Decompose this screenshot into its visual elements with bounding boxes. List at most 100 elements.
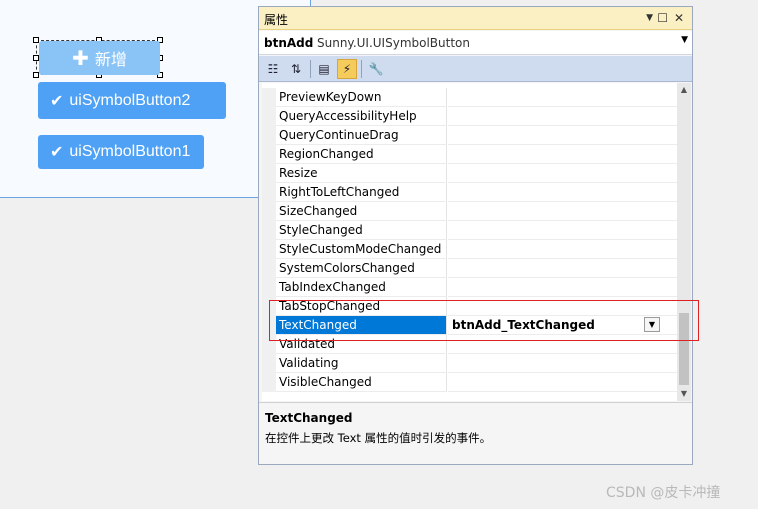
event-name[interactable]: TabStopChanged <box>276 297 447 316</box>
row-margin <box>262 126 276 145</box>
events-icon[interactable]: ⚡ <box>337 59 357 79</box>
grid-scrollbar[interactable]: ▲ ▼ <box>677 83 691 401</box>
row-margin <box>262 88 276 107</box>
event-row[interactable]: TextChanged btnAdd_TextChanged ▼ <box>262 316 677 335</box>
row-margin <box>262 240 276 259</box>
event-handler-value[interactable] <box>448 259 677 278</box>
symbol-button-1[interactable]: ✔ uiSymbolButton1 <box>38 135 204 169</box>
properties-toolbar: ☷ ⇅ ▤ ⚡ 🔧 <box>259 56 692 82</box>
toolbar-separator <box>310 60 311 78</box>
maximize-icon[interactable]: ☐ <box>657 11 668 25</box>
event-name[interactable]: RegionChanged <box>276 145 447 164</box>
description-title: TextChanged <box>265 411 353 425</box>
alphabetical-icon[interactable]: ⇅ <box>286 59 306 79</box>
toolbar-separator <box>361 60 362 78</box>
chevron-down-icon[interactable]: ▼ <box>681 35 688 45</box>
properties-titlebar[interactable]: 属性 ▼ ☐ ✕ <box>259 7 692 30</box>
categorized-icon[interactable]: ☷ <box>263 59 283 79</box>
event-name[interactable]: QueryAccessibilityHelp <box>276 107 447 126</box>
event-handler-value[interactable] <box>448 221 677 240</box>
object-selector[interactable]: btnAdd Sunny.UI.UISymbolButton ▼ <box>259 31 692 55</box>
property-pages-icon[interactable]: 🔧 <box>366 59 386 79</box>
event-handler-value[interactable] <box>448 202 677 221</box>
event-name[interactable]: SystemColorsChanged <box>276 259 447 278</box>
event-handler-value[interactable] <box>448 126 677 145</box>
row-margin <box>262 221 276 240</box>
row-margin <box>262 183 276 202</box>
check-icon: ✔ <box>50 144 64 161</box>
event-row[interactable]: Validating <box>262 354 677 373</box>
add-button-label: 新增 <box>94 52 127 69</box>
row-margin <box>262 164 276 183</box>
event-name[interactable]: StyleCustomModeChanged <box>276 240 447 259</box>
event-handler-value[interactable]: btnAdd_TextChanged ▼ <box>448 316 677 335</box>
event-name[interactable]: PreviewKeyDown <box>276 88 447 107</box>
scroll-down-icon[interactable]: ▼ <box>677 387 691 401</box>
event-handler-text: btnAdd_TextChanged <box>452 318 595 332</box>
event-name[interactable]: Validating <box>276 354 447 373</box>
event-handler-value[interactable] <box>448 164 677 183</box>
scroll-thumb[interactable] <box>679 313 689 385</box>
event-row[interactable]: QueryContinueDrag <box>262 126 677 145</box>
event-name[interactable]: QueryContinueDrag <box>276 126 447 145</box>
event-handler-value[interactable] <box>448 240 677 259</box>
event-handler-value[interactable] <box>448 297 677 316</box>
event-grid: PreviewKeyDown QueryAccessibilityHelp Quer… <box>262 83 677 401</box>
row-margin <box>262 107 276 126</box>
scroll-up-icon[interactable]: ▲ <box>677 83 691 97</box>
row-margin <box>262 335 276 354</box>
properties-icon[interactable]: ▤ <box>314 59 334 79</box>
watermark: CSDN @皮卡冲撞 <box>606 485 721 501</box>
symbol-button-2-label: uiSymbolButton2 <box>69 91 191 109</box>
row-margin <box>262 145 276 164</box>
row-margin <box>262 202 276 221</box>
event-name[interactable]: SizeChanged <box>276 202 447 221</box>
event-name[interactable]: VisibleChanged <box>276 373 447 392</box>
properties-window: 属性 ▼ ☐ ✕ btnAdd Sunny.UI.UISymbolButton … <box>258 6 693 465</box>
event-handler-value[interactable] <box>448 373 677 392</box>
symbol-button-1-label: uiSymbolButton1 <box>69 143 191 160</box>
event-name[interactable]: Validated <box>276 335 447 354</box>
object-name: btnAdd <box>264 36 314 50</box>
event-handler-value[interactable] <box>448 278 677 297</box>
add-button[interactable]: ✚ 新增 <box>39 41 160 75</box>
event-row[interactable]: TabStopChanged <box>262 297 677 316</box>
handler-dropdown-icon[interactable]: ▼ <box>644 317 660 332</box>
resize-handle-bl[interactable] <box>33 72 39 78</box>
description-panel: TextChanged 在控件上更改 Text 属性的值时引发的事件。 <box>259 402 692 464</box>
event-handler-value[interactable] <box>448 335 677 354</box>
event-row[interactable]: QueryAccessibilityHelp <box>262 107 677 126</box>
row-margin <box>262 278 276 297</box>
window-menu-icon[interactable]: ▼ <box>646 13 653 23</box>
event-row[interactable]: RightToLeftChanged <box>262 183 677 202</box>
row-margin <box>262 354 276 373</box>
event-row[interactable]: VisibleChanged <box>262 373 677 392</box>
event-handler-value[interactable] <box>448 107 677 126</box>
resize-handle-tl[interactable] <box>33 37 39 43</box>
event-row[interactable]: SystemColorsChanged <box>262 259 677 278</box>
row-margin <box>262 316 276 335</box>
event-name[interactable]: Resize <box>276 164 447 183</box>
row-margin <box>262 259 276 278</box>
event-handler-value[interactable] <box>448 183 677 202</box>
event-handler-value[interactable] <box>448 354 677 373</box>
close-icon[interactable]: ✕ <box>674 11 684 25</box>
event-row[interactable]: PreviewKeyDown <box>262 88 677 107</box>
properties-title: 属性 <box>264 13 289 27</box>
event-name[interactable]: TextChanged <box>276 316 447 335</box>
event-row[interactable]: StyleCustomModeChanged <box>262 240 677 259</box>
check-icon: ✔ <box>50 92 64 110</box>
row-margin <box>262 297 276 316</box>
event-row[interactable]: TabIndexChanged <box>262 278 677 297</box>
event-name[interactable]: TabIndexChanged <box>276 278 447 297</box>
event-name[interactable]: RightToLeftChanged <box>276 183 447 202</box>
event-row[interactable]: SizeChanged <box>262 202 677 221</box>
event-row[interactable]: Validated <box>262 335 677 354</box>
event-row[interactable]: StyleChanged <box>262 221 677 240</box>
event-name[interactable]: StyleChanged <box>276 221 447 240</box>
event-handler-value[interactable] <box>448 88 677 107</box>
event-row[interactable]: RegionChanged <box>262 145 677 164</box>
event-handler-value[interactable] <box>448 145 677 164</box>
symbol-button-2[interactable]: ✔ uiSymbolButton2 <box>38 82 226 119</box>
event-row[interactable]: Resize <box>262 164 677 183</box>
